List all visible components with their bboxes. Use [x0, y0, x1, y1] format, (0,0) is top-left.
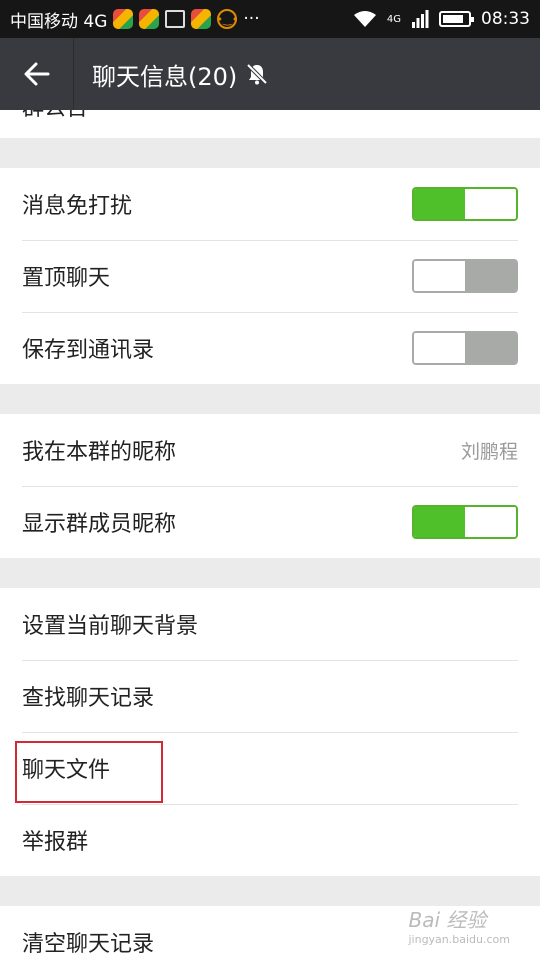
- list-item-report-group[interactable]: 举报群: [0, 804, 540, 876]
- pin-chat-toggle[interactable]: [412, 259, 518, 293]
- list-item-label: 设置当前聊天背景: [22, 614, 199, 639]
- app-notification-icon: [139, 9, 160, 29]
- battery-icon: [439, 11, 474, 27]
- wifi-icon: [353, 11, 376, 27]
- list-item-label: 保存到通讯录: [22, 338, 155, 363]
- signal-icon: [412, 10, 429, 28]
- app-notification-icon: [191, 9, 212, 29]
- do-not-disturb-toggle[interactable]: [412, 187, 518, 221]
- network-type-label: 4G: [386, 13, 401, 25]
- section-divider: [0, 558, 540, 588]
- list-item-label: 查找聊天记录: [22, 686, 155, 711]
- list-item-pin-chat[interactable]: 置顶聊天: [0, 240, 540, 312]
- watermark: Bai 经验 jingyan.baidu.com: [408, 904, 510, 946]
- list-item-set-chat-background[interactable]: 设置当前聊天背景: [0, 588, 540, 660]
- face-notification-icon: •‿•: [217, 9, 238, 29]
- page-title: 聊天信息(20): [92, 62, 238, 91]
- list-item-label: 显示群成员昵称: [22, 512, 177, 537]
- more-notifications-icon: ···: [243, 9, 260, 29]
- carrier-label: 中国移动 4G: [10, 11, 108, 32]
- list-item-do-not-disturb[interactable]: 消息免打扰: [0, 168, 540, 240]
- list-item-label: 消息免打扰: [22, 194, 133, 219]
- image-notification-icon: [165, 10, 186, 28]
- settings-list: 群公告 消息免打扰 置顶聊天 保存到通讯录 我在本群的昵称 刘鹏程 显示群成员昵…: [0, 110, 540, 960]
- back-button[interactable]: [0, 38, 74, 110]
- status-bar: 中国移动 4G •‿• ··· 4G 08:33: [0, 0, 540, 38]
- list-item-label: 群公告: [22, 110, 88, 122]
- list-item-group-notice[interactable]: 群公告: [0, 110, 540, 138]
- title-bar: 聊天信息(20): [0, 38, 540, 110]
- list-item-label: 聊天文件: [22, 758, 111, 783]
- bell-muted-icon: [246, 63, 268, 85]
- list-item-label: 举报群: [22, 830, 89, 855]
- clock: 08:33: [481, 9, 530, 29]
- app-notification-icon: [113, 9, 134, 29]
- show-member-nicknames-toggle[interactable]: [412, 505, 518, 539]
- list-item-search-chat-history[interactable]: 查找聊天记录: [0, 660, 540, 732]
- section-divider: [0, 384, 540, 414]
- list-item-show-member-nicknames[interactable]: 显示群成员昵称: [0, 486, 540, 558]
- nickname-value: 刘鹏程: [460, 440, 518, 463]
- section-divider: [0, 138, 540, 168]
- list-item-my-group-nickname[interactable]: 我在本群的昵称 刘鹏程: [0, 414, 540, 486]
- list-item-save-to-contacts[interactable]: 保存到通讯录: [0, 312, 540, 384]
- save-to-contacts-toggle[interactable]: [412, 331, 518, 365]
- list-item-label: 置顶聊天: [22, 266, 111, 291]
- section-divider: [0, 876, 540, 906]
- list-item-label: 清空聊天记录: [22, 932, 155, 957]
- list-item-chat-files[interactable]: 聊天文件: [0, 732, 540, 804]
- list-item-label: 我在本群的昵称: [22, 440, 177, 465]
- watermark-url: jingyan.baidu.com: [408, 933, 510, 946]
- arrow-left-icon: [24, 62, 49, 86]
- watermark-brand: Bai 经验: [408, 908, 487, 932]
